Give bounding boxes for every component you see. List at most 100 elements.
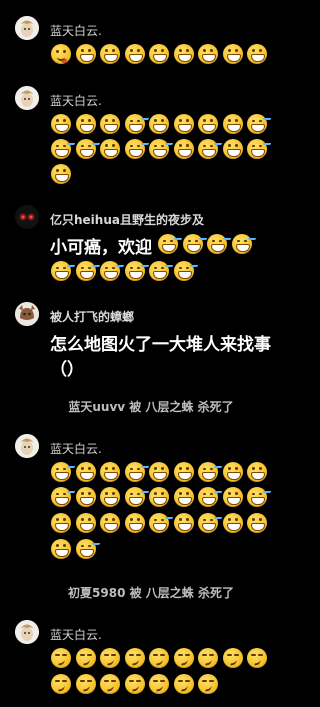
message-text: 小可癌，欢迎 — [50, 238, 152, 258]
sweat-emoji-icon — [124, 462, 145, 482]
grin-emoji-icon — [100, 487, 120, 507]
smirk-emoji-icon — [173, 648, 194, 668]
user-avatar[interactable] — [15, 302, 39, 326]
sweat-emoji-icon — [247, 114, 267, 134]
smirk-emoji-icon — [149, 674, 169, 694]
grin-emoji-icon — [51, 164, 71, 184]
sweat-emoji-icon — [51, 139, 71, 159]
sweat-emoji-icon — [124, 261, 145, 281]
cloud-avatar-icon — [15, 434, 39, 458]
message-text: 怎么地图火了一大堆人来找事 — [50, 335, 271, 355]
smirk-emoji-icon — [124, 674, 145, 694]
sweat-emoji-icon — [75, 539, 96, 559]
grin-emoji-icon — [247, 44, 267, 64]
grin-emoji-icon — [198, 44, 218, 64]
sweat-emoji-icon — [51, 261, 71, 281]
smirk-emoji-icon — [124, 648, 145, 668]
yum-emoji-icon — [51, 44, 71, 64]
grin-emoji-icon — [222, 139, 243, 159]
grin-emoji-icon — [222, 487, 243, 507]
mask-avatar-icon — [15, 205, 39, 229]
grin-emoji-icon — [75, 462, 96, 482]
grin-emoji-icon — [124, 513, 145, 533]
message-text: （） — [50, 360, 84, 380]
smirk-emoji-icon — [222, 648, 243, 668]
system-notice: 初夏5980 被 八层之蛛 杀死了 — [68, 586, 234, 600]
cloud-avatar-icon — [15, 620, 39, 644]
grin-emoji-icon — [149, 462, 169, 482]
grin-emoji-icon — [100, 139, 120, 159]
smirk-emoji-icon — [100, 674, 120, 694]
sweat-emoji-icon — [247, 139, 267, 159]
grin-emoji-icon — [51, 539, 71, 559]
smirk-emoji-icon — [51, 674, 71, 694]
grin-emoji-icon — [222, 44, 243, 64]
smirk-emoji-icon — [51, 648, 71, 668]
sweat-emoji-icon — [198, 513, 218, 533]
smirk-emoji-icon — [75, 674, 96, 694]
grin-emoji-icon — [75, 513, 96, 533]
sweat-emoji-icon — [124, 114, 145, 134]
grin-emoji-icon — [149, 114, 169, 134]
grin-emoji-icon — [222, 513, 243, 533]
user-avatar[interactable] — [15, 620, 39, 644]
grin-emoji-icon — [173, 487, 194, 507]
system-notice: 蓝天uuvv 被 八层之蛛 杀死了 — [68, 400, 234, 414]
grin-emoji-icon — [100, 114, 120, 134]
smirk-emoji-icon — [247, 648, 267, 668]
sweat-emoji-icon — [75, 139, 96, 159]
username[interactable]: 被人打飞的蟑螂 — [50, 308, 134, 325]
sweat-emoji-icon — [51, 487, 71, 507]
grin-emoji-icon — [173, 114, 194, 134]
smirk-emoji-icon — [198, 674, 218, 694]
grin-emoji-icon — [173, 44, 194, 64]
grin-emoji-icon — [75, 487, 96, 507]
sweat-emoji-icon — [207, 234, 227, 254]
grin-emoji-icon — [222, 462, 243, 482]
user-avatar[interactable] — [15, 434, 39, 458]
sweat-emoji-icon — [149, 139, 169, 159]
sweat-emoji-icon — [198, 139, 218, 159]
username[interactable]: 蓝天白云. — [50, 440, 102, 457]
grin-emoji-icon — [173, 462, 194, 482]
grin-emoji-icon — [100, 462, 120, 482]
sweat-emoji-icon — [124, 487, 145, 507]
username[interactable]: 蓝天白云. — [50, 92, 102, 109]
smirk-emoji-icon — [100, 648, 120, 668]
sweat-emoji-icon — [100, 261, 120, 281]
user-avatar[interactable] — [15, 86, 39, 110]
sweat-emoji-icon — [149, 261, 169, 281]
grin-emoji-icon — [198, 114, 218, 134]
grin-emoji-icon — [247, 513, 267, 533]
username[interactable]: 蓝天白云. — [50, 626, 102, 643]
sweat-emoji-icon — [51, 462, 71, 482]
sweat-emoji-icon — [231, 234, 252, 254]
grin-emoji-icon — [149, 44, 169, 64]
grin-emoji-icon — [124, 44, 145, 64]
user-avatar[interactable] — [15, 205, 39, 229]
smirk-emoji-icon — [198, 648, 218, 668]
smirk-emoji-icon — [173, 674, 194, 694]
grin-emoji-icon — [75, 114, 96, 134]
grin-emoji-icon — [100, 513, 120, 533]
user-avatar[interactable] — [15, 16, 39, 40]
grin-emoji-icon — [247, 462, 267, 482]
sweat-emoji-icon — [158, 234, 178, 254]
cloud-avatar-icon — [15, 86, 39, 110]
grin-emoji-icon — [149, 487, 169, 507]
sweat-emoji-icon — [149, 513, 169, 533]
cat-avatar-icon — [15, 302, 39, 326]
grin-emoji-icon — [173, 139, 194, 159]
username[interactable]: 亿只heihua且野生的夜步及 — [50, 211, 204, 228]
username[interactable]: 蓝天白云. — [50, 22, 102, 39]
grin-emoji-icon — [51, 513, 71, 533]
sweat-emoji-icon — [124, 139, 145, 159]
sweat-emoji-icon — [247, 487, 267, 507]
sweat-emoji-icon — [198, 462, 218, 482]
smirk-emoji-icon — [149, 648, 169, 668]
sweat-emoji-icon — [75, 261, 96, 281]
sweat-emoji-icon — [173, 261, 194, 281]
grin-emoji-icon — [75, 44, 96, 64]
cloud-avatar-icon — [15, 16, 39, 40]
sweat-emoji-icon — [182, 234, 203, 254]
